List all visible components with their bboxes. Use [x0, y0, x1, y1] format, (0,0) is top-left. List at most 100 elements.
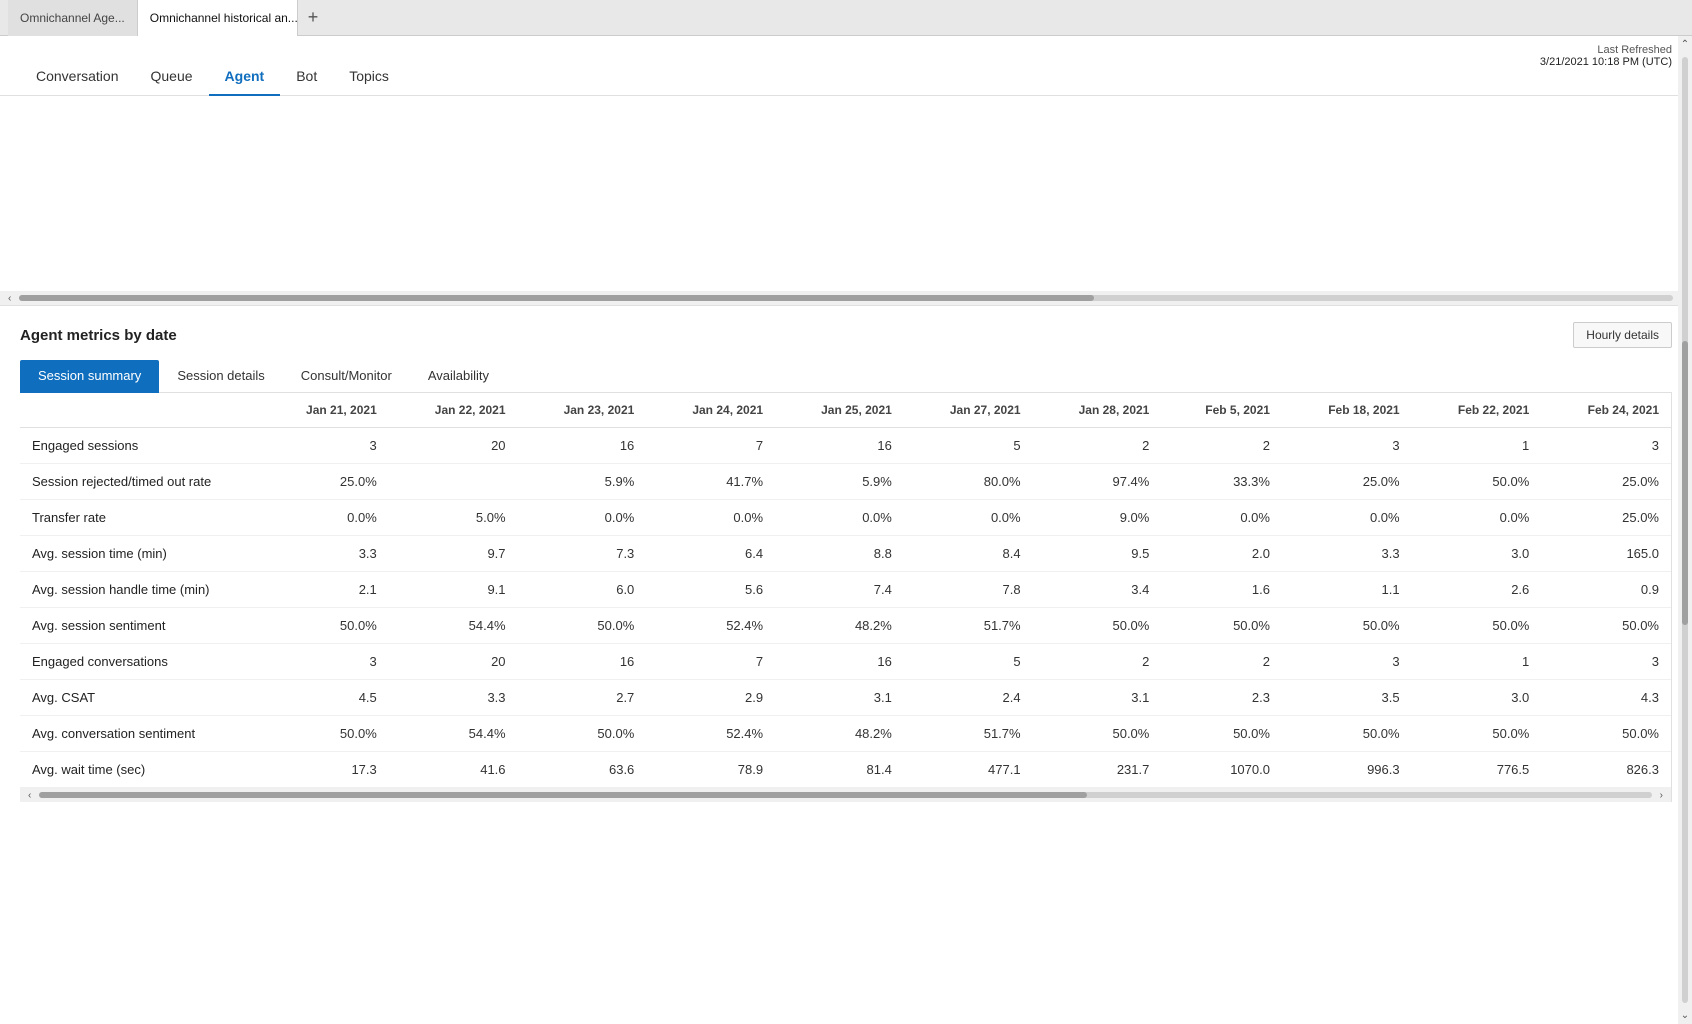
table-row: Avg. CSAT4.53.32.72.93.12.43.12.33.53.04…	[20, 680, 1671, 716]
metrics-title: Agent metrics by date	[20, 327, 177, 344]
cell-4-6: 3.4	[1033, 572, 1162, 608]
table-header-label-col	[20, 393, 260, 428]
cell-1-2: 5.9%	[518, 464, 647, 500]
scroll-down-icon[interactable]: ⌄	[1681, 1007, 1689, 1024]
table-header-date-2: Jan 22, 2021	[389, 393, 518, 428]
table-body: Engaged sessions32016716522313Session re…	[20, 428, 1671, 788]
cell-1-3: 41.7%	[646, 464, 775, 500]
table-header: Jan 21, 2021Jan 22, 2021Jan 23, 2021Jan …	[20, 393, 1671, 428]
table-header-date-10: Feb 22, 2021	[1412, 393, 1542, 428]
cell-2-8: 0.0%	[1282, 500, 1412, 536]
cell-3-9: 3.0	[1412, 536, 1542, 572]
cell-7-3: 2.9	[646, 680, 775, 716]
table-header-date-9: Feb 18, 2021	[1282, 393, 1412, 428]
cell-8-4: 48.2%	[775, 716, 904, 752]
chart-scroll-bar[interactable]: ‹ ›	[0, 291, 1692, 305]
cell-8-2: 50.0%	[518, 716, 647, 752]
tab-inactive[interactable]: Omnichannel Age...	[8, 0, 138, 36]
nav-item-queue[interactable]: Queue	[135, 68, 209, 96]
cell-4-8: 1.1	[1282, 572, 1412, 608]
cell-2-9: 0.0%	[1412, 500, 1542, 536]
cell-6-9: 1	[1412, 644, 1542, 680]
row-label-5: Avg. session sentiment	[20, 608, 260, 644]
cell-2-4: 0.0%	[775, 500, 904, 536]
right-scroll-track[interactable]	[1682, 57, 1688, 1003]
cell-7-1: 3.3	[389, 680, 518, 716]
table-header-row: Jan 21, 2021Jan 22, 2021Jan 23, 2021Jan …	[20, 393, 1671, 428]
nav-item-conversation[interactable]: Conversation	[20, 68, 135, 96]
cell-6-7: 2	[1161, 644, 1282, 680]
main-content: ‹ › Agent metrics by date Hourly details…	[0, 96, 1692, 1024]
chart-area: ‹ ›	[0, 96, 1692, 306]
cell-0-7: 2	[1161, 428, 1282, 464]
subtab-consult-monitor[interactable]: Consult/Monitor	[283, 360, 410, 393]
cell-2-1: 5.0%	[389, 500, 518, 536]
table-row: Avg. session handle time (min)2.19.16.05…	[20, 572, 1671, 608]
app-container: Conversation Queue Agent Bot Topics Last…	[0, 36, 1692, 1024]
browser-tabs: Omnichannel Age... Omnichannel historica…	[0, 0, 1692, 36]
nav-item-bot[interactable]: Bot	[280, 68, 333, 96]
table-scroll-thumb	[39, 792, 1087, 798]
cell-8-10: 50.0%	[1541, 716, 1671, 752]
cell-9-7: 1070.0	[1161, 752, 1282, 788]
data-table-wrapper[interactable]: Jan 21, 2021Jan 22, 2021Jan 23, 2021Jan …	[20, 393, 1672, 802]
subtab-session-summary[interactable]: Session summary	[20, 360, 159, 393]
cell-8-1: 54.4%	[389, 716, 518, 752]
nav-item-topics[interactable]: Topics	[333, 68, 405, 96]
last-refreshed-value: 3/21/2021 10:18 PM (UTC)	[1540, 56, 1672, 68]
subtab-availability[interactable]: Availability	[410, 360, 507, 393]
cell-9-0: 17.3	[260, 752, 389, 788]
cell-3-1: 9.7	[389, 536, 518, 572]
cell-2-3: 0.0%	[646, 500, 775, 536]
cell-1-4: 5.9%	[775, 464, 904, 500]
cell-6-2: 16	[518, 644, 647, 680]
cell-8-9: 50.0%	[1412, 716, 1542, 752]
cell-5-9: 50.0%	[1412, 608, 1542, 644]
table-scroll-track[interactable]	[39, 792, 1651, 798]
table-scroll-left-icon[interactable]: ‹	[24, 790, 35, 801]
cell-1-0: 25.0%	[260, 464, 389, 500]
cell-5-0: 50.0%	[260, 608, 389, 644]
cell-0-6: 2	[1033, 428, 1162, 464]
table-row: Avg. wait time (sec)17.341.663.678.981.4…	[20, 752, 1671, 788]
cell-4-0: 2.1	[260, 572, 389, 608]
row-label-2: Transfer rate	[20, 500, 260, 536]
scroll-up-icon[interactable]: ⌃	[1681, 36, 1689, 53]
table-scroll-right-icon[interactable]: ›	[1656, 790, 1667, 801]
subtab-session-details[interactable]: Session details	[159, 360, 282, 393]
table-row: Session rejected/timed out rate25.0%5.9%…	[20, 464, 1671, 500]
cell-1-5: 80.0%	[904, 464, 1033, 500]
cell-5-7: 50.0%	[1161, 608, 1282, 644]
scroll-left-icon[interactable]: ‹	[4, 293, 15, 304]
cell-3-5: 8.4	[904, 536, 1033, 572]
cell-0-0: 3	[260, 428, 389, 464]
table-header-date-11: Feb 24, 2021	[1541, 393, 1671, 428]
nav-item-agent[interactable]: Agent	[209, 68, 281, 96]
new-tab-button[interactable]: +	[298, 0, 329, 36]
cell-0-9: 1	[1412, 428, 1542, 464]
hourly-details-button[interactable]: Hourly details	[1573, 322, 1672, 348]
cell-3-7: 2.0	[1161, 536, 1282, 572]
right-scrollbar[interactable]: ⌃ ⌄	[1678, 36, 1692, 1024]
row-label-9: Avg. wait time (sec)	[20, 752, 260, 788]
cell-8-5: 51.7%	[904, 716, 1033, 752]
table-scroll-bar[interactable]: ‹ ›	[20, 788, 1671, 802]
tab-active[interactable]: Omnichannel historical an... ✕	[138, 0, 298, 36]
scroll-track[interactable]	[19, 295, 1672, 301]
last-refreshed-label: Last Refreshed	[1540, 44, 1672, 56]
table-header-date-5: Jan 25, 2021	[775, 393, 904, 428]
top-nav: Conversation Queue Agent Bot Topics Last…	[0, 36, 1692, 96]
cell-4-9: 2.6	[1412, 572, 1542, 608]
cell-2-5: 0.0%	[904, 500, 1033, 536]
cell-0-2: 16	[518, 428, 647, 464]
cell-6-4: 16	[775, 644, 904, 680]
cell-0-4: 16	[775, 428, 904, 464]
data-table: Jan 21, 2021Jan 22, 2021Jan 23, 2021Jan …	[20, 393, 1671, 788]
cell-1-9: 50.0%	[1412, 464, 1542, 500]
cell-3-4: 8.8	[775, 536, 904, 572]
cell-4-5: 7.8	[904, 572, 1033, 608]
cell-6-0: 3	[260, 644, 389, 680]
row-label-3: Avg. session time (min)	[20, 536, 260, 572]
cell-9-5: 477.1	[904, 752, 1033, 788]
cell-9-2: 63.6	[518, 752, 647, 788]
